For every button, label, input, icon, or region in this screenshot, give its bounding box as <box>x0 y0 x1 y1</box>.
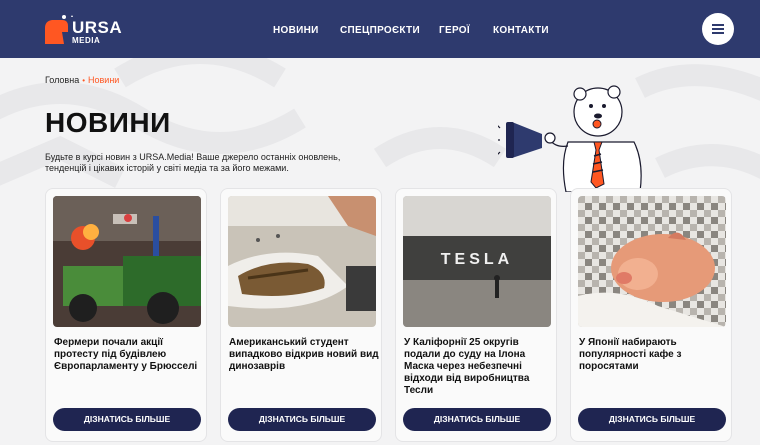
news-card[interactable]: TESLA У Каліфорнії 25 округів подали до … <box>395 188 557 442</box>
breadcrumb-current: Новини <box>88 75 120 85</box>
news-card-image[interactable] <box>228 196 376 327</box>
news-card-image[interactable]: TESLA <box>403 196 551 327</box>
page-title: НОВИНИ <box>45 107 171 138</box>
read-more-button[interactable]: ДІЗНАТИСЬ БІЛЬШЕ <box>403 408 551 431</box>
read-more-button[interactable]: ДІЗНАТИСЬ БІЛЬШЕ <box>578 408 726 431</box>
news-card-title[interactable]: У Японії набирають популярності кафе з п… <box>579 337 729 373</box>
tesla-sign: TESLA <box>441 251 513 268</box>
read-more-button[interactable]: ДІЗНАТИСЬ БІЛЬШЕ <box>228 408 376 431</box>
nav-contacts[interactable]: КОНТАКТИ <box>493 25 549 36</box>
page-intro: Будьте в курсі новин з URSA.Media! Ваше … <box>45 152 341 173</box>
news-card-title[interactable]: Американський студент випадково відкрив … <box>229 337 379 373</box>
nav-news[interactable]: НОВИНИ <box>273 25 319 36</box>
bear-mascot-megaphone-icon <box>494 82 648 193</box>
nav-special-projects[interactable]: СПЕЦПРОЄКТИ <box>340 25 420 36</box>
site-header: URSA MEDIA НОВИНИ СПЕЦПРОЄКТИ ГЕРОЇ КОНТ… <box>0 0 760 58</box>
breadcrumb: Головна • Новини <box>45 75 119 85</box>
news-card-title[interactable]: У Каліфорнії 25 округів подали до суду н… <box>404 337 554 397</box>
main-nav: НОВИНИ СПЕЦПРОЄКТИ ГЕРОЇ КОНТАКТИ <box>0 0 760 58</box>
breadcrumb-home[interactable]: Головна <box>45 75 79 85</box>
read-more-button[interactable]: ДІЗНАТИСЬ БІЛЬШЕ <box>53 408 201 431</box>
news-card-image[interactable] <box>53 196 201 327</box>
news-card-title[interactable]: Фермери почали акції протесту під будівл… <box>54 337 204 373</box>
news-card-image[interactable] <box>578 196 726 327</box>
nav-heroes[interactable]: ГЕРОЇ <box>439 25 470 36</box>
hamburger-menu-icon[interactable] <box>702 13 734 45</box>
news-card[interactable]: Фермери почали акції протесту під будівл… <box>45 188 207 442</box>
breadcrumb-separator: • <box>82 76 86 85</box>
news-card[interactable]: У Японії набирають популярності кафе з п… <box>570 188 732 442</box>
news-card[interactable]: Американський студент випадково відкрив … <box>220 188 382 442</box>
